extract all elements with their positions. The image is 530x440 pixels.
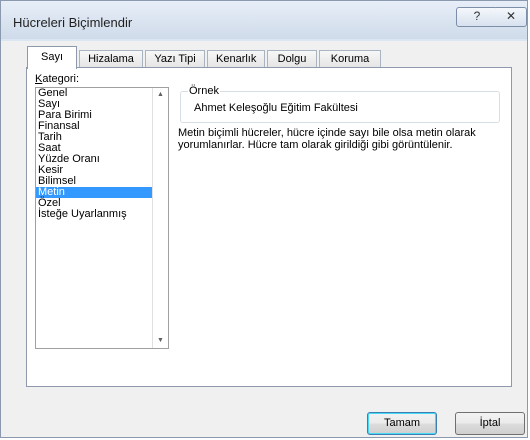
close-button[interactable]: ✕ <box>496 7 527 27</box>
help-button[interactable]: ? <box>456 7 498 27</box>
title-bar: Hücreleri Biçimlendir ? ✕ <box>1 1 527 39</box>
number-tab-panel: Kategori: Genel Sayı Para Birimi Finansa… <box>26 67 512 387</box>
ok-button[interactable]: Tamam <box>367 412 437 435</box>
tab-border[interactable]: Kenarlık <box>207 50 265 68</box>
window-title: Hücreleri Biçimlendir <box>13 15 133 30</box>
cancel-button[interactable]: İptal <box>455 412 525 435</box>
scroll-up-icon[interactable]: ▲ <box>153 88 168 102</box>
tab-alignment[interactable]: Hizalama <box>79 50 143 68</box>
sample-value: Ahmet Keleşoğlu Eğitim Fakültesi <box>194 102 358 114</box>
dialog-body: Sayı Hizalama Yazı Tipi Kenarlık Dolgu K… <box>11 41 525 435</box>
tab-protection[interactable]: Koruma <box>319 50 381 68</box>
category-list: Genel Sayı Para Birimi Finansal Tarih Sa… <box>36 88 152 220</box>
tab-font[interactable]: Yazı Tipi <box>145 50 205 68</box>
sample-legend: Örnek <box>188 85 220 97</box>
tab-number[interactable]: Sayı <box>27 46 77 69</box>
category-scrollbar[interactable]: ▲ ▼ <box>152 88 168 348</box>
category-label: Kategori: <box>35 73 79 85</box>
tab-fill[interactable]: Dolgu <box>267 50 317 68</box>
scroll-down-icon[interactable]: ▼ <box>153 334 168 348</box>
category-label-text: ategori: <box>42 73 80 85</box>
sample-group: Örnek Ahmet Keleşoğlu Eğitim Fakültesi <box>180 85 500 123</box>
format-cells-dialog: Hücreleri Biçimlendir ? ✕ Sayı Hizalama … <box>0 0 528 438</box>
category-item-istege-uyarlanmis[interactable]: İsteğe Uyarlanmış <box>36 209 152 220</box>
format-description: Metin biçimli hücreler, hücre içinde say… <box>178 127 476 151</box>
category-listbox[interactable]: Genel Sayı Para Birimi Finansal Tarih Sa… <box>35 87 169 349</box>
